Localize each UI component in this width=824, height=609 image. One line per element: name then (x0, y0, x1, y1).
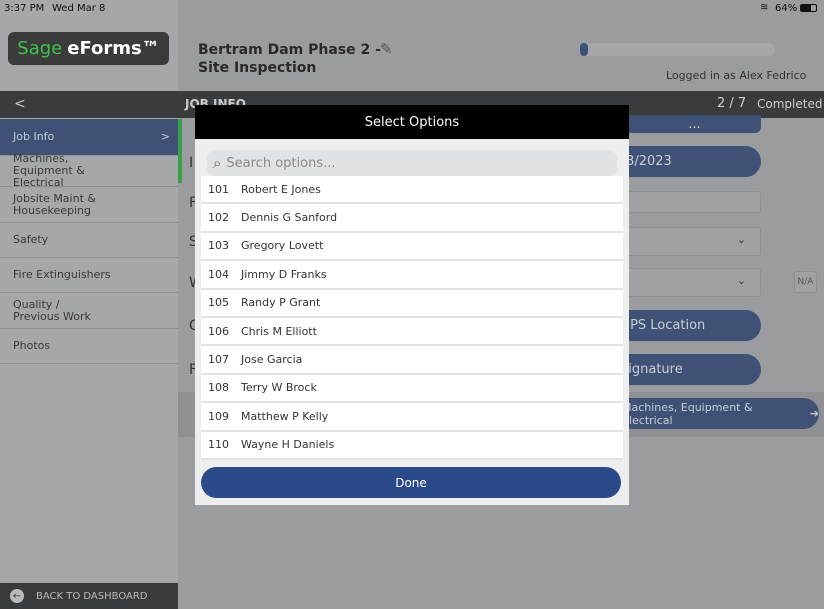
option-name: Wayne H Daniels (241, 438, 335, 452)
option-id: 102 (208, 211, 229, 225)
text-field[interactable] (620, 191, 761, 213)
back-to-dashboard-button[interactable]: ← BACK TO DASHBOARD (0, 583, 178, 609)
option-id: 108 (208, 381, 229, 395)
battery-icon (800, 4, 817, 12)
option-row[interactable]: 107 Jose Garcia (201, 346, 623, 375)
search-input[interactable]: ⌕ Search options... (207, 150, 617, 176)
sidebar-item-machines[interactable]: Machines, Equipment & Electrical (0, 153, 178, 189)
search-icon: ⌕ (213, 154, 222, 172)
na-button[interactable]: N/A (794, 271, 817, 293)
status-indicator (178, 119, 182, 183)
option-row[interactable]: 105 Randy P Grant (201, 290, 623, 318)
wifi-icon: ≋ (760, 2, 769, 13)
select-options-modal: Select Options ⌕ Search options... 101 Rob… (195, 105, 629, 505)
modal-title: Select Options (195, 105, 629, 139)
options-list[interactable]: 101 Robert E Jones 102 Dennis G Sanford 103 G… (201, 176, 623, 460)
option-row[interactable]: 110 Wayne H Daniels (201, 432, 623, 460)
status-date: Wed Mar 8 (52, 3, 106, 14)
progress-bar (580, 43, 775, 56)
sidebar-item-safety[interactable]: Safety (0, 223, 178, 258)
option-row[interactable]: 104 Jimmy D Franks (201, 261, 623, 290)
option-name: Gregory Lovett (241, 239, 324, 253)
option-name: Matthew P Kelly (241, 409, 329, 423)
option-id: 105 (208, 296, 229, 310)
status-bar: 3:37 PM Wed Mar 8 ≋ 64% (0, 0, 824, 18)
option-name: Randy P Grant (241, 296, 321, 310)
option-row[interactable]: 109 Matthew P Kelly (201, 403, 623, 432)
chevron-down-icon: ⌄ (736, 233, 746, 246)
sidebar-item-job-info[interactable]: Job Info > (0, 119, 178, 156)
option-row[interactable]: 103 Gregory Lovett (201, 233, 623, 262)
battery-percent: 64% (775, 3, 798, 14)
sidebar-item-fire-extinguishers[interactable]: Fire Extinguishers (0, 258, 178, 293)
option-row[interactable]: 102 Dennis G Sanford (201, 204, 623, 233)
done-button[interactable]: Done (201, 467, 621, 498)
option-id: 107 (208, 353, 229, 367)
page-counter: 2 / 7 (717, 96, 747, 111)
page-title: Bertram Dam Phase 2 - Site Inspection (198, 42, 381, 76)
back-chevron-icon[interactable]: < (14, 96, 26, 112)
option-name: Jimmy D Franks (241, 267, 327, 281)
sidebar-item-jobsite[interactable]: Jobsite Maint & Housekeeping (0, 187, 178, 223)
completed-label: Completed (757, 97, 823, 111)
option-row[interactable]: 108 Terry W Brock (201, 375, 623, 404)
option-id: 104 (208, 267, 229, 281)
option-name: Dennis G Sanford (241, 211, 338, 225)
logged-in-label: Logged in as Alex Fedrico (666, 69, 807, 82)
option-id: 106 (208, 324, 229, 338)
option-id: 110 (208, 438, 229, 452)
chevron-right-icon: > (160, 130, 170, 143)
edit-pencil-icon[interactable]: ✎ (380, 40, 393, 58)
picker-button[interactable]: ... (620, 115, 761, 133)
option-id: 103 (208, 239, 229, 253)
option-id: 109 (208, 409, 229, 423)
next-section-button[interactable]: Machines, Equipment & Electrical ➔ (600, 398, 819, 429)
option-name: Terry W Brock (241, 381, 317, 395)
back-arrow-icon: ← (10, 589, 24, 603)
option-row[interactable]: 106 Chris M Elliott (201, 318, 623, 347)
field-label: I (189, 155, 194, 171)
sidebar-item-photos[interactable]: Photos (0, 329, 178, 364)
arrow-right-icon: ➔ (809, 407, 819, 420)
option-id: 101 (208, 182, 229, 196)
dropdown-1[interactable]: ⌄ (620, 227, 761, 256)
option-name: Chris M Elliott (241, 324, 317, 338)
dropdown-2[interactable]: ⌄ (620, 268, 761, 297)
chevron-down-icon: ⌄ (736, 274, 746, 287)
option-name: Jose Garcia (241, 353, 303, 367)
status-time: 3:37 PM (4, 3, 45, 14)
sidebar-item-quality[interactable]: Quality / Previous Work (0, 293, 178, 329)
option-name: Robert E Jones (241, 182, 321, 196)
logo: Sage eForms™ (8, 32, 169, 65)
option-row[interactable]: 101 Robert E Jones (201, 176, 623, 205)
